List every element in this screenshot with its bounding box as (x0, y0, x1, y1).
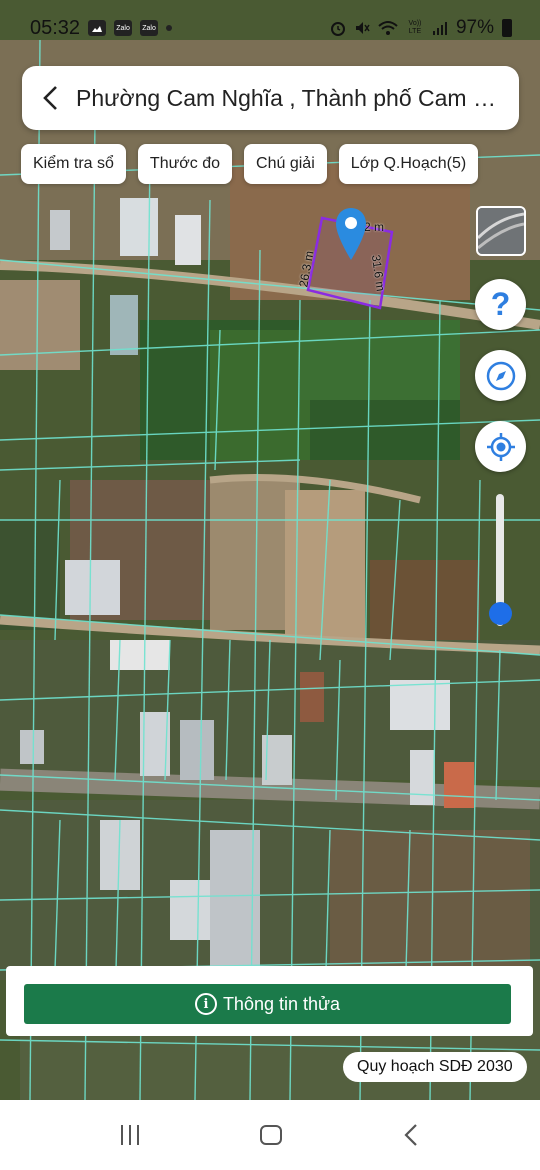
nav-back-button[interactable] (403, 1123, 419, 1147)
zalo-icon: Zalo (140, 20, 159, 36)
my-location-button[interactable] (475, 421, 526, 472)
help-button[interactable]: ? (475, 279, 526, 330)
volte-icon: Vo)) LTE (408, 20, 422, 35)
question-icon: ? (490, 286, 511, 322)
dot-icon (166, 25, 173, 31)
parcel-info-button[interactable]: i Thông tin thửa (24, 984, 511, 1024)
mute-icon (355, 22, 370, 34)
battery-icon (502, 19, 512, 37)
battery-percent: 97% (455, 17, 494, 38)
gallery-icon (88, 20, 107, 36)
compass-button[interactable] (475, 350, 526, 401)
back-button[interactable] (36, 83, 66, 113)
compass-icon (486, 361, 515, 390)
check-book-chip[interactable]: Kiểm tra sổ (21, 144, 126, 184)
status-bar: 05:32 Zalo Zalo Vo)) LTE 97% (0, 0, 540, 56)
clock: 05:32 (30, 16, 81, 39)
map-layer-button[interactable] (476, 206, 526, 256)
toolbar-chips: Kiểm tra sổ Thước đo Chú giải Lớp Q.Hoạc… (21, 144, 479, 184)
signal-icon (432, 22, 447, 35)
planning-layer-chip[interactable]: Lớp Q.Hoạch(5) (338, 144, 479, 184)
bottom-panel: i Thông tin thửa (6, 966, 533, 1036)
info-icon: i (194, 993, 217, 1015)
header: Phường Cam Nghĩa , Thành phố Cam Ra... (22, 66, 519, 130)
wifi-icon (378, 21, 398, 35)
measure-chip[interactable]: Thước đo (137, 144, 233, 184)
location-pin-icon[interactable] (334, 206, 368, 262)
chevron-left-icon (43, 86, 57, 110)
zalo-icon: Zalo (114, 20, 133, 36)
recent-apps-button[interactable] (120, 1125, 139, 1145)
planning-badge[interactable]: Quy hoạch SDĐ 2030 (343, 1052, 527, 1082)
crosshair-icon (486, 432, 515, 461)
layers-icon (478, 208, 524, 254)
page-title: Phường Cam Nghĩa , Thành phố Cam Ra... (76, 84, 505, 111)
system-nav-bar (0, 1100, 540, 1170)
opacity-slider-thumb[interactable] (489, 601, 512, 625)
legend-chip[interactable]: Chú giải (244, 144, 327, 184)
alarm-icon (330, 22, 345, 36)
home-button[interactable] (259, 1125, 282, 1145)
parcel-info-label: Thông tin thửa (222, 993, 341, 1014)
